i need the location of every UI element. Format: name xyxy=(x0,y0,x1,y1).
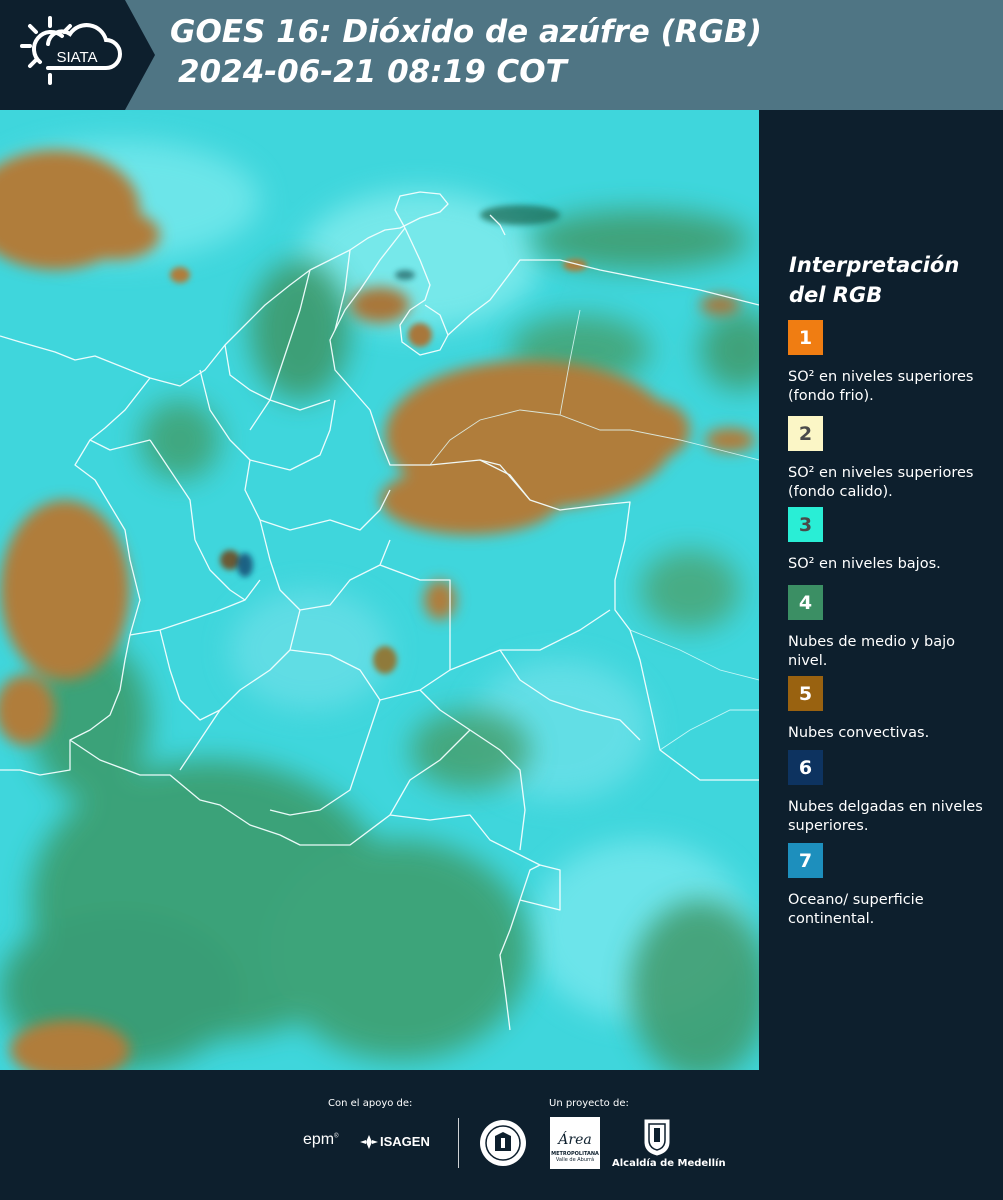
legend-swatch-7: 7 xyxy=(788,843,823,878)
legend-item-2: 2 SO² en niveles superiores (fondo calid… xyxy=(788,416,998,502)
legend-item-6: 6 Nubes delgadas en niveles superiores. xyxy=(788,750,998,836)
legend-number-7: 7 xyxy=(798,849,813,872)
page: SIATA GOES 16: Dióxido de azúfre (RGB) 2… xyxy=(0,0,1003,1200)
legend-item-4: 4 Nubes de medio y bajo nivel. xyxy=(788,585,998,671)
header-bar: SIATA GOES 16: Dióxido de azúfre (RGB) 2… xyxy=(0,0,1003,110)
legend-title: Interpretación del RGB xyxy=(789,250,999,310)
legend-item-3: 3 SO² en niveles bajos. xyxy=(788,507,998,574)
legend-number-4: 4 xyxy=(798,591,813,614)
legend-number-3: 3 xyxy=(798,513,813,536)
legend-text-5: Nubes convectivas. xyxy=(788,725,930,741)
legend-number-2: 2 xyxy=(798,422,813,445)
area-logo-main: Área xyxy=(558,1132,592,1148)
page-title: GOES 16: Dióxido de azúfre (RGB) xyxy=(170,14,762,50)
area-metropolitana-logo: Área METROPOLITANA Valle de Aburrá xyxy=(550,1117,600,1169)
legend-swatch-3: 3 xyxy=(788,507,823,542)
university-seal-icon xyxy=(480,1120,526,1166)
isagen-logo-text: ISAGEN xyxy=(380,1134,430,1149)
satellite-map xyxy=(0,110,759,1070)
legend-title-line1: Interpretación xyxy=(789,253,960,277)
support-caption: Con el apoyo de: xyxy=(328,1098,413,1109)
isagen-logo: ISAGEN xyxy=(360,1134,430,1149)
legend-text-3: SO² en niveles bajos. xyxy=(788,556,941,572)
footer-divider xyxy=(458,1118,459,1168)
isagen-icon xyxy=(360,1134,378,1149)
epm-logo: epm® xyxy=(303,1131,339,1148)
epm-logo-text: epm xyxy=(303,1131,335,1148)
legend-swatch-6: 6 xyxy=(788,750,823,785)
legend-swatch-4: 4 xyxy=(788,585,823,620)
alcaldia-logo-text: Alcaldía de Medellín xyxy=(612,1158,726,1169)
footer: Con el apoyo de: Un proyecto de: epm® IS… xyxy=(0,1070,1003,1200)
legend-number-6: 6 xyxy=(798,756,813,779)
legend-text-1: SO² en niveles superiores (fondo frio). xyxy=(788,369,974,404)
legend-swatch-1: 1 xyxy=(788,320,823,355)
legend-text-7: Oceano/ superficie continental. xyxy=(788,892,924,927)
legend-text-2: SO² en niveles superiores (fondo calido)… xyxy=(788,465,974,500)
legend-swatch-2: 2 xyxy=(788,416,823,451)
legend-number-5: 5 xyxy=(798,682,813,705)
siata-logo: SIATA xyxy=(0,0,155,110)
legend-text-4: Nubes de medio y bajo nivel. xyxy=(788,634,955,669)
legend-item-1: 1 SO² en niveles superiores (fondo frio)… xyxy=(788,320,998,406)
project-caption: Un proyecto de: xyxy=(549,1098,629,1109)
legend-text-6: Nubes delgadas en niveles superiores. xyxy=(788,799,983,834)
legend-item-7: 7 Oceano/ superficie continental. xyxy=(788,843,998,929)
siata-logo-text: SIATA xyxy=(56,49,97,66)
legend-swatch-5: 5 xyxy=(788,676,823,711)
area-logo-sub2: Valle de Aburrá xyxy=(555,1157,595,1163)
legend-title-line2: del RGB xyxy=(789,283,883,307)
alcaldia-shield-icon xyxy=(644,1119,670,1156)
page-timestamp: 2024-06-21 08:19 COT xyxy=(178,54,567,90)
legend-number-1: 1 xyxy=(798,326,813,349)
legend-panel: Interpretación del RGB 1 SO² en niveles … xyxy=(770,110,1003,1070)
legend-item-5: 5 Nubes convectivas. xyxy=(788,676,998,743)
